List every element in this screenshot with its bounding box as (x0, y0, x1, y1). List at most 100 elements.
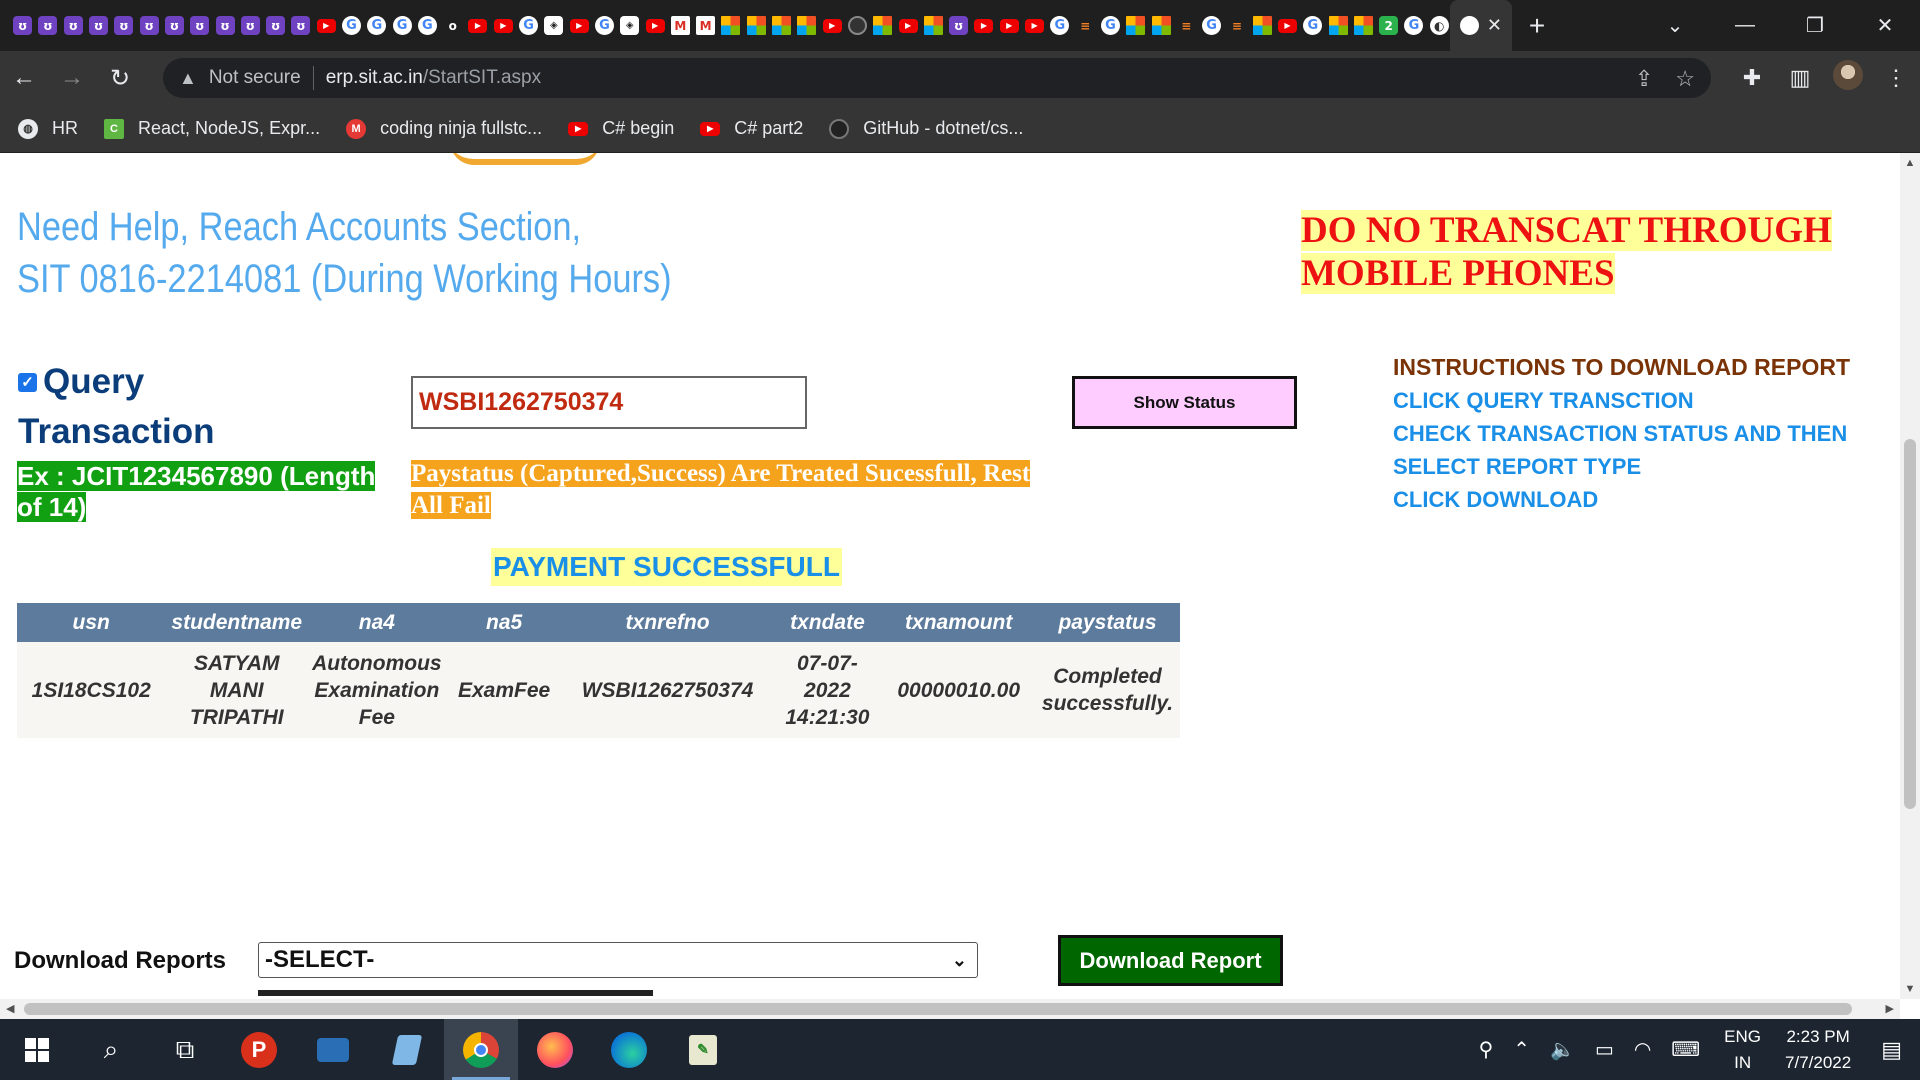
browser-tab[interactable]: ◐ (1427, 0, 1450, 51)
keyboard-icon[interactable]: ⌨ (1671, 1037, 1700, 1062)
bookmark-item[interactable]: GitHub - dotnet/cs... (829, 118, 1023, 139)
browser-tab[interactable]: ◈ (617, 0, 642, 51)
browser-tab[interactable]: ʊ (10, 0, 35, 51)
browser-tab[interactable]: ▶ (314, 0, 339, 51)
bookmark-label[interactable]: C# part2 (734, 118, 803, 139)
bookmark-item[interactable]: ◍ HR (18, 118, 78, 139)
browser-tab[interactable]: G (1047, 0, 1072, 51)
browser-tab[interactable]: ◈ (541, 0, 566, 51)
browser-tab[interactable]: ʊ (35, 0, 60, 51)
browser-tab[interactable]: ʊ (212, 0, 237, 51)
this-pc-app-icon[interactable] (296, 1019, 370, 1080)
scroll-right-icon[interactable]: ▶ (1886, 1002, 1894, 1015)
browser-tab[interactable]: G (592, 0, 617, 51)
browser-tab[interactable]: ʊ (61, 0, 86, 51)
browser-tab[interactable]: M (693, 0, 718, 51)
browser-tab[interactable]: G (364, 0, 389, 51)
reload-icon[interactable]: ↻ (96, 51, 144, 105)
browser-tab[interactable]: G (1401, 0, 1426, 51)
minimize-icon[interactable]: — (1710, 14, 1780, 37)
clock-date[interactable]: 7/7/2022 (1785, 1050, 1851, 1076)
browser-tab[interactable]: ▶ (465, 0, 490, 51)
browser-tab[interactable]: G (389, 0, 414, 51)
bookmark-item[interactable]: ▶ C# begin (568, 118, 674, 139)
browser-tab[interactable] (845, 0, 870, 51)
browser-tab[interactable]: G (339, 0, 364, 51)
browser-tab[interactable]: ʊ (111, 0, 136, 51)
lang-region[interactable]: IN (1724, 1050, 1761, 1076)
browser-tab[interactable]: ʊ (238, 0, 263, 51)
notifications-icon[interactable]: ▤ (1881, 1037, 1902, 1063)
browser-tab[interactable] (1250, 0, 1275, 51)
battery-icon[interactable]: ▭ (1595, 1037, 1614, 1062)
task-view-icon[interactable]: ⧉ (148, 1019, 222, 1080)
new-tab-button[interactable]: + (1512, 0, 1562, 51)
tab-search-icon[interactable]: ⌄ (1640, 13, 1710, 38)
search-icon[interactable]: ⌕ (74, 1019, 148, 1080)
scroll-down-icon[interactable]: ▼ (1900, 983, 1920, 995)
browser-tab[interactable]: ʊ (187, 0, 212, 51)
clock-time[interactable]: 2:23 PM (1785, 1024, 1851, 1050)
query-transaction-option[interactable]: ✓ Query Transaction (18, 357, 214, 457)
browser-tab[interactable]: ʊ (86, 0, 111, 51)
menu-icon[interactable]: ⋮ (1872, 65, 1920, 91)
restore-icon[interactable]: ❐ (1780, 13, 1850, 38)
browser-tab[interactable]: ʊ (162, 0, 187, 51)
browser-tab[interactable]: G (1098, 0, 1123, 51)
volume-icon[interactable]: 🔈 (1550, 1037, 1575, 1062)
notepad-app-icon[interactable] (370, 1019, 444, 1080)
horizontal-scrollbar[interactable]: ◀ ▶ (0, 999, 1900, 1019)
browser-tab[interactable]: ʊ (946, 0, 971, 51)
scroll-thumb-horizontal[interactable] (24, 1003, 1852, 1015)
bookmark-label[interactable]: React, NodeJS, Expr... (138, 118, 320, 139)
share-icon[interactable]: ⇪ (1635, 66, 1653, 92)
browser-tab[interactable]: G (516, 0, 541, 51)
input-language[interactable]: ENG IN (1724, 1024, 1761, 1076)
browser-tab[interactable]: o (440, 0, 465, 51)
browser-tab[interactable] (1351, 0, 1376, 51)
browser-tab[interactable] (718, 0, 743, 51)
browser-tab[interactable]: 2 (1376, 0, 1401, 51)
browser-tab[interactable]: ▶ (997, 0, 1022, 51)
browser-tab[interactable]: ▶ (567, 0, 592, 51)
browser-tab[interactable] (1148, 0, 1173, 51)
vertical-scrollbar[interactable]: ▲ ▼ (1900, 153, 1920, 999)
browser-tab[interactable]: ≡ (1174, 0, 1199, 51)
warning-icon[interactable]: ▲ (179, 68, 197, 89)
back-icon[interactable]: ← (0, 51, 48, 105)
url-host[interactable]: erp.sit.ac.in (326, 67, 423, 89)
browser-tab[interactable]: ʊ (263, 0, 288, 51)
installer-app-icon[interactable]: ✎ (666, 1019, 740, 1080)
browser-tab[interactable]: G (415, 0, 440, 51)
browser-tab[interactable]: G (1199, 0, 1224, 51)
forward-icon[interactable]: → (48, 51, 96, 105)
show-hidden-icons-icon[interactable]: ⌃ (1513, 1037, 1530, 1062)
browser-tab[interactable]: M (668, 0, 693, 51)
firefox-app-icon[interactable] (518, 1019, 592, 1080)
bookmark-item[interactable]: Mcoding ninja fullstc... (346, 118, 542, 139)
query-checkbox[interactable]: ✓ (18, 373, 37, 392)
browser-tab[interactable]: ▶ (820, 0, 845, 51)
browser-tab[interactable]: ≡ (1224, 0, 1249, 51)
extensions-icon[interactable]: ✚ (1728, 65, 1776, 91)
wifi-icon[interactable]: ◠ (1634, 1037, 1651, 1062)
side-panel-icon[interactable]: ▥ (1776, 65, 1824, 91)
browser-tab[interactable]: ▶ (971, 0, 996, 51)
bookmark-label[interactable]: HR (52, 118, 78, 139)
url-path[interactable]: /StartSIT.aspx (423, 67, 541, 89)
profile-avatar[interactable] (1824, 60, 1872, 96)
browser-tab[interactable]: ▶ (895, 0, 920, 51)
bookmark-label[interactable]: C# begin (602, 118, 674, 139)
show-status-button[interactable]: Show Status (1072, 376, 1297, 429)
bookmark-item[interactable]: ▶ C# part2 (700, 118, 803, 139)
edge-app-icon[interactable] (592, 1019, 666, 1080)
not-secure-label[interactable]: Not secure (209, 67, 301, 89)
address-bar[interactable]: ▲ Not secure erp.sit.ac.in /StartSIT.asp… (163, 58, 1711, 98)
active-tab[interactable]: ✕ (1450, 0, 1512, 51)
chevron-down-icon[interactable]: ⌄ (952, 943, 967, 977)
browser-tab[interactable] (744, 0, 769, 51)
report-type-select[interactable]: -SELECT- ⌄ (258, 942, 978, 978)
bookmark-label[interactable]: GitHub - dotnet/cs... (863, 118, 1023, 139)
browser-tab[interactable]: ʊ (136, 0, 161, 51)
browser-tab[interactable]: G (1300, 0, 1325, 51)
